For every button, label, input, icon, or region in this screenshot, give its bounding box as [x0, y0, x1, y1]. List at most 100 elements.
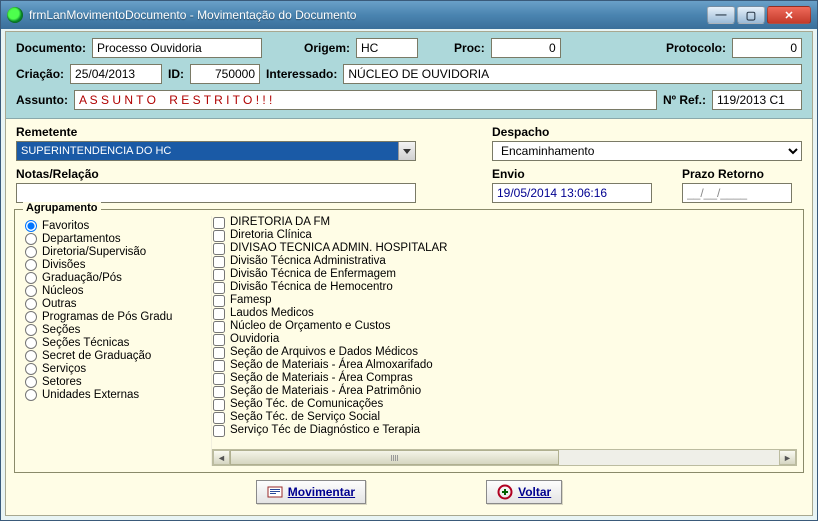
checkbox-input[interactable]: [213, 295, 225, 307]
proc-field[interactable]: [491, 38, 561, 58]
list-item[interactable]: Seção de Materiais - Área Patrimônio: [213, 385, 797, 398]
radio-label: Serviços: [42, 363, 86, 375]
checkbox-input[interactable]: [213, 243, 225, 255]
radio-input[interactable]: [25, 311, 37, 323]
checkbox-input[interactable]: [213, 217, 225, 229]
scroll-thumb[interactable]: [230, 450, 559, 465]
agrupamento-option[interactable]: Favoritos: [23, 220, 205, 232]
radio-input[interactable]: [25, 246, 37, 258]
agrupamento-option[interactable]: Setores: [23, 376, 205, 388]
despacho-select[interactable]: Encaminhamento: [492, 141, 802, 161]
checkbox-input[interactable]: [213, 256, 225, 268]
window-frame: frmLanMovimentoDocumento - Movimentação …: [0, 0, 818, 521]
radio-input[interactable]: [25, 220, 37, 232]
list-item-label: Seção de Arquivos e Dados Médicos: [230, 346, 418, 359]
agrupamento-option[interactable]: Outras: [23, 298, 205, 310]
agrupamento-option[interactable]: Divisões: [23, 259, 205, 271]
remetente-select[interactable]: SUPERINTENDENCIA DO HC: [16, 141, 416, 161]
radio-input[interactable]: [25, 233, 37, 245]
agrupamento-option[interactable]: Graduação/Pós: [23, 272, 205, 284]
checkbox-input[interactable]: [213, 347, 225, 359]
radio-label: Unidades Externas: [42, 389, 139, 401]
list-item[interactable]: Ouvidoria: [213, 333, 797, 346]
protocolo-field[interactable]: [732, 38, 802, 58]
radio-input[interactable]: [25, 337, 37, 349]
checkbox-input[interactable]: [213, 230, 225, 242]
list-item[interactable]: Divisão Técnica Administrativa: [213, 255, 797, 268]
list-item[interactable]: Seção de Materiais - Área Compras: [213, 372, 797, 385]
maximize-button[interactable]: ▢: [737, 6, 765, 24]
radio-input[interactable]: [25, 285, 37, 297]
list-item[interactable]: DIVISAO TECNICA ADMIN. HOSPITALAR: [213, 242, 797, 255]
horizontal-scrollbar[interactable]: ◄ ►: [212, 449, 797, 466]
agrupamento-option[interactable]: Núcleos: [23, 285, 205, 297]
movimentar-button[interactable]: Movimentar: [256, 480, 366, 504]
agrupamento-option[interactable]: Seções Técnicas: [23, 337, 205, 349]
checkbox-input[interactable]: [213, 412, 225, 424]
list-item[interactable]: Divisão Técnica de Hemocentro: [213, 281, 797, 294]
list-item[interactable]: Seção de Arquivos e Dados Médicos: [213, 346, 797, 359]
list-item[interactable]: Diretoria Clínica: [213, 229, 797, 242]
origem-field[interactable]: [356, 38, 418, 58]
radio-input[interactable]: [25, 272, 37, 284]
radio-label: Outras: [42, 298, 77, 310]
nref-field[interactable]: [712, 90, 802, 110]
notas-field[interactable]: [16, 183, 416, 203]
list-item[interactable]: Serviço Téc de Diagnóstico e Terapia: [213, 424, 797, 437]
radio-input[interactable]: [25, 324, 37, 336]
label-prazo: Prazo Retorno: [682, 167, 792, 181]
agrupamento-option[interactable]: Secret de Graduação: [23, 350, 205, 362]
checkbox-input[interactable]: [213, 321, 225, 333]
checkbox-input[interactable]: [213, 269, 225, 281]
assunto-field[interactable]: [74, 90, 657, 110]
header-panel: Documento: Origem: Proc: Protocolo: Cria…: [6, 32, 812, 119]
radio-input[interactable]: [25, 363, 37, 375]
id-field[interactable]: [190, 64, 260, 84]
list-item[interactable]: Divisão Técnica de Enfermagem: [213, 268, 797, 281]
checkbox-input[interactable]: [213, 282, 225, 294]
radio-label: Setores: [42, 376, 82, 388]
scroll-left-icon[interactable]: ◄: [213, 450, 230, 465]
list-item[interactable]: DIRETORIA DA FM: [213, 216, 797, 229]
prazo-field[interactable]: [682, 183, 792, 203]
title-bar[interactable]: frmLanMovimentoDocumento - Movimentação …: [1, 1, 817, 29]
agrupamento-option[interactable]: Seções: [23, 324, 205, 336]
checkbox-input[interactable]: [213, 308, 225, 320]
scroll-right-icon[interactable]: ►: [779, 450, 796, 465]
list-item[interactable]: Seção de Materiais - Área Almoxarifado: [213, 359, 797, 372]
list-item[interactable]: Laudos Medicos: [213, 307, 797, 320]
agrupamento-option[interactable]: Diretoria/Supervisão: [23, 246, 205, 258]
list-item-label: Seção Téc. de Comunicações: [230, 398, 383, 411]
minimize-button[interactable]: —: [707, 6, 735, 24]
voltar-button[interactable]: Voltar: [486, 480, 562, 504]
radio-input[interactable]: [25, 298, 37, 310]
list-item[interactable]: Seção Téc. de Serviço Social: [213, 411, 797, 424]
radio-input[interactable]: [25, 259, 37, 271]
agrupamento-option[interactable]: Serviços: [23, 363, 205, 375]
checkbox-input[interactable]: [213, 399, 225, 411]
checkbox-input[interactable]: [213, 425, 225, 437]
app-icon: [7, 7, 23, 23]
voltar-icon: [497, 484, 513, 500]
scroll-track[interactable]: [230, 450, 779, 465]
checkbox-input[interactable]: [213, 334, 225, 346]
interessado-field[interactable]: [343, 64, 802, 84]
criacao-field[interactable]: [70, 64, 162, 84]
agrupamento-option[interactable]: Unidades Externas: [23, 389, 205, 401]
envio-field[interactable]: [492, 183, 652, 203]
list-item[interactable]: Núcleo de Orçamento e Custos: [213, 320, 797, 333]
checkbox-input[interactable]: [213, 373, 225, 385]
radio-input[interactable]: [25, 350, 37, 362]
radio-input[interactable]: [25, 389, 37, 401]
checkbox-input[interactable]: [213, 360, 225, 372]
documento-field[interactable]: [92, 38, 262, 58]
list-item[interactable]: Seção Téc. de Comunicações: [213, 398, 797, 411]
radio-label: Programas de Pós Gradu: [42, 311, 172, 323]
close-button[interactable]: ✕: [767, 6, 811, 24]
list-item[interactable]: Famesp: [213, 294, 797, 307]
agrupamento-option[interactable]: Departamentos: [23, 233, 205, 245]
radio-input[interactable]: [25, 376, 37, 388]
label-id: ID:: [168, 67, 184, 81]
checkbox-input[interactable]: [213, 386, 225, 398]
agrupamento-option[interactable]: Programas de Pós Gradu: [23, 311, 205, 323]
